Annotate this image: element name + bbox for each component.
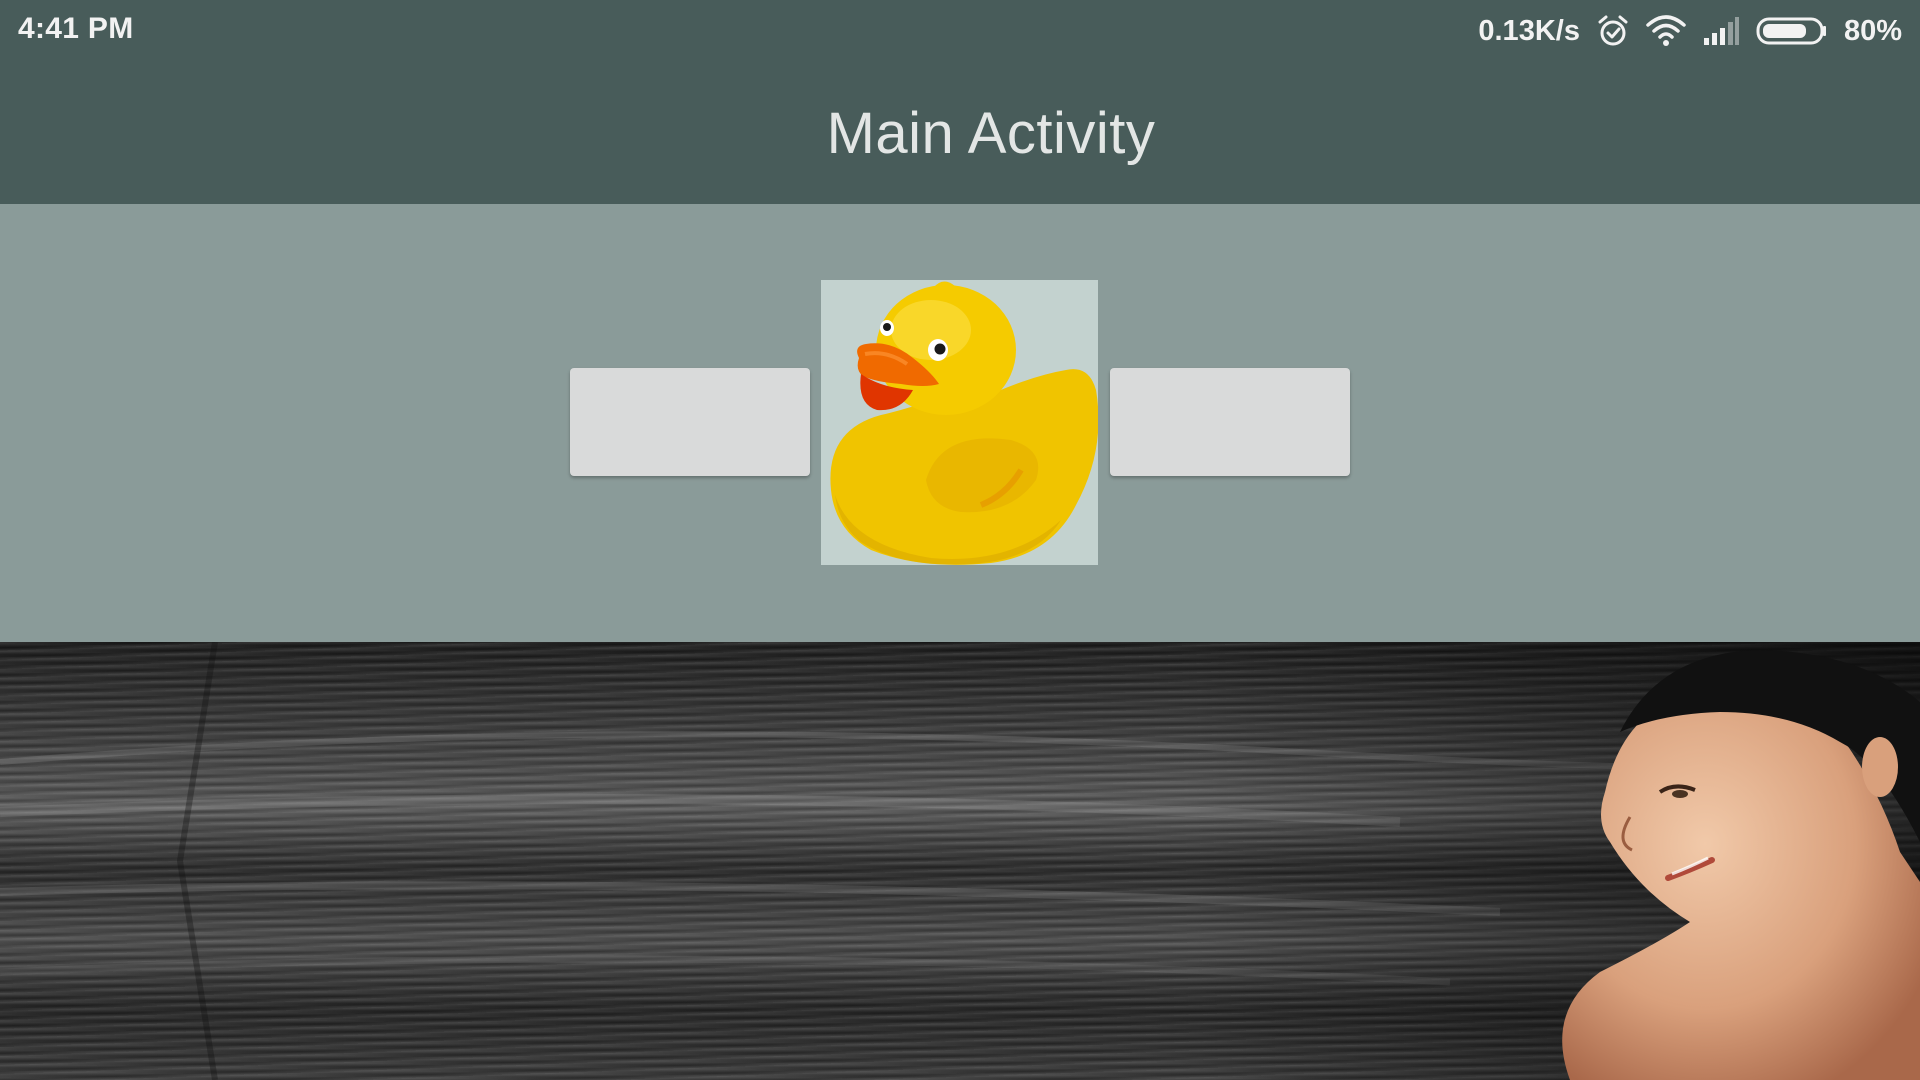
left-button[interactable] [570, 368, 810, 476]
status-indicators: 0.13K/s 80% [1478, 10, 1902, 52]
main-content [0, 204, 1920, 642]
app-screen: 4:41 PM 0.13K/s 80% Main Activity [0, 0, 1920, 1080]
alarm-icon [1596, 14, 1630, 48]
hair-banner-image [0, 642, 1920, 1080]
right-button[interactable] [1110, 368, 1350, 476]
battery-icon [1756, 16, 1828, 46]
signal-icon [1702, 16, 1740, 46]
status-time: 4:41 PM [18, 12, 134, 45]
status-bar: 4:41 PM 0.13K/s 80% [0, 0, 1920, 62]
network-speed: 0.13K/s [1478, 14, 1580, 47]
rubber-duck-image[interactable] [821, 280, 1098, 565]
battery-level-fill [1762, 24, 1806, 38]
action-bar: Main Activity [0, 62, 1920, 204]
wifi-icon [1646, 15, 1686, 47]
page-title: Main Activity [826, 100, 1156, 166]
battery-percent: 80% [1843, 14, 1902, 47]
